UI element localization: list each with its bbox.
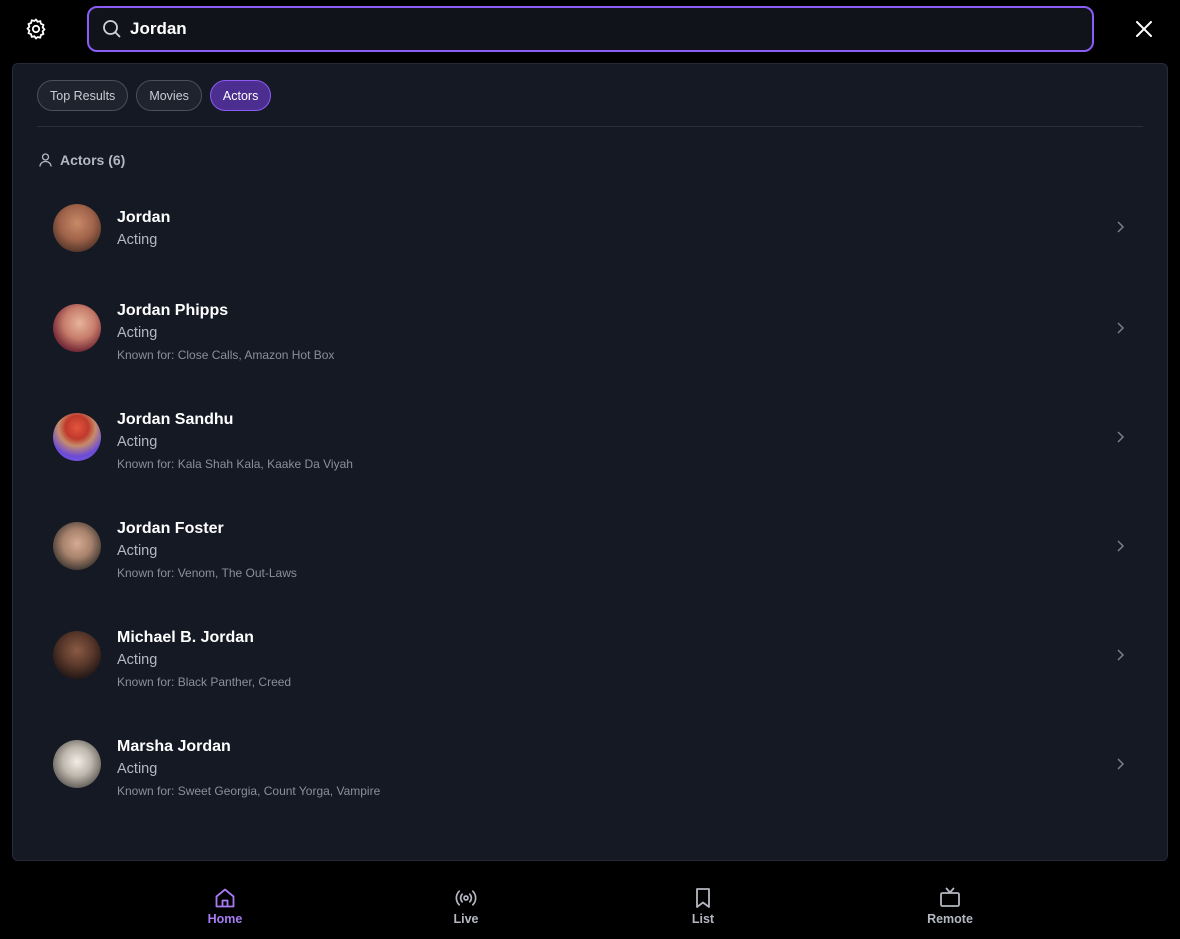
chevron-right-icon (1113, 430, 1127, 444)
person-icon (39, 153, 52, 167)
actor-name: Jordan Phipps (117, 302, 229, 319)
actor-row[interactable]: Jordan Phipps Acting Known for: Close Ca… (53, 302, 1133, 364)
actor-name: Jordan Foster (117, 520, 224, 537)
nav-label: List (691, 912, 715, 926)
section-header: Actors (6) (39, 152, 125, 168)
result-filter-tabs: Top Results Movies Actors (37, 80, 272, 111)
actor-known-for: Known for: Black Panther, Creed (117, 675, 292, 689)
actor-name: Michael B. Jordan (117, 629, 254, 646)
actor-department: Acting (117, 761, 158, 777)
search-field[interactable] (87, 6, 1094, 52)
actor-department: Acting (117, 434, 158, 450)
close-icon[interactable] (1131, 16, 1157, 42)
section-title: Actors (6) (60, 152, 126, 168)
actor-row[interactable]: Jordan Sandhu Acting Known for: Kala Sha… (53, 411, 1133, 473)
tab-top-results[interactable]: Top Results (37, 80, 129, 111)
actor-row[interactable]: Jordan Acting (53, 203, 1133, 253)
bottom-navigation: Home Live List Remote (0, 878, 1180, 939)
actor-department: Acting (117, 652, 158, 668)
actor-known-for: Known for: Sweet Georgia, Count Yorga, V… (117, 784, 381, 798)
chevron-right-icon (1113, 220, 1127, 234)
actor-known-for: Known for: Venom, The Out-Laws (117, 566, 297, 580)
tab-actors[interactable]: Actors (209, 80, 272, 111)
chevron-right-icon (1113, 321, 1127, 335)
actor-name: Marsha Jordan (117, 738, 231, 755)
chevron-right-icon (1113, 757, 1127, 771)
actor-avatar (53, 304, 101, 352)
actor-avatar (53, 631, 101, 679)
actor-avatar (53, 522, 101, 570)
divider (37, 126, 1143, 127)
nav-list[interactable]: List (663, 886, 743, 926)
actor-department: Acting (117, 543, 158, 559)
home-icon (215, 888, 235, 908)
actor-avatar (53, 413, 101, 461)
actor-row[interactable]: Michael B. Jordan Acting Known for: Blac… (53, 629, 1133, 691)
actor-avatar (53, 204, 101, 252)
actor-row[interactable]: Jordan Foster Acting Known for: Venom, T… (53, 520, 1133, 582)
top-bar (0, 0, 1180, 58)
actor-row[interactable]: Marsha Jordan Acting Known for: Sweet Ge… (53, 738, 1133, 800)
tv-icon (940, 887, 960, 907)
nav-label: Remote (927, 912, 973, 926)
search-input[interactable] (130, 19, 1030, 39)
nav-label: Home (207, 912, 243, 926)
nav-live[interactable]: Live (426, 886, 506, 926)
nav-label: Live (453, 912, 479, 926)
chevron-right-icon (1113, 648, 1127, 662)
actor-department: Acting (117, 325, 158, 341)
actor-department: Acting (117, 232, 158, 248)
bookmark-icon (696, 888, 710, 908)
tab-movies[interactable]: Movies (136, 80, 202, 111)
actor-name: Jordan (117, 209, 171, 226)
search-icon (102, 19, 122, 39)
broadcast-icon (455, 890, 477, 906)
search-results-panel: Top Results Movies Actors Actors (6) Jor… (12, 63, 1168, 861)
actor-avatar (53, 740, 101, 788)
actor-known-for: Known for: Kala Shah Kala, Kaake Da Viya… (117, 457, 353, 471)
actor-known-for: Known for: Close Calls, Amazon Hot Box (117, 348, 335, 362)
nav-home[interactable]: Home (185, 886, 265, 926)
actor-name: Jordan Sandhu (117, 411, 234, 428)
chevron-right-icon (1113, 539, 1127, 553)
settings-gear-icon[interactable] (22, 15, 50, 43)
nav-remote[interactable]: Remote (910, 886, 990, 926)
